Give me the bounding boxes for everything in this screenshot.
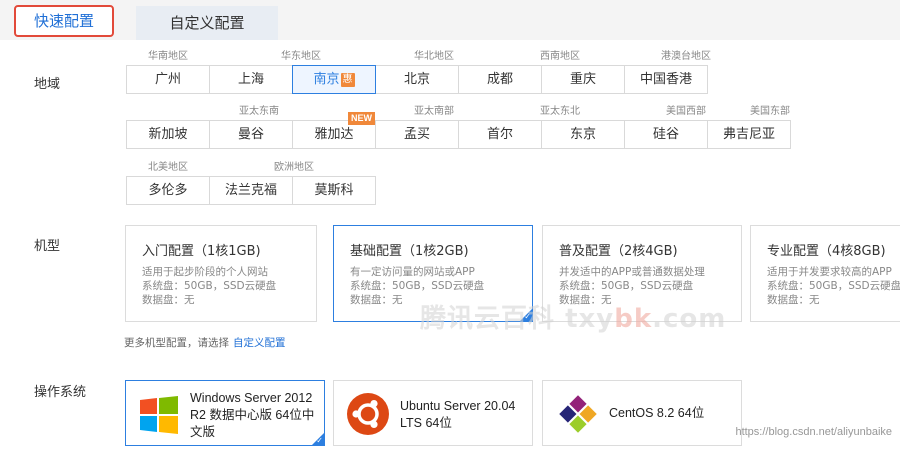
region-hongkong[interactable]: 中国香港 [624, 65, 708, 94]
spec-data-disk: 数据盘：无 [142, 294, 195, 306]
group-label-southwest: 西南地区 [540, 51, 580, 62]
spec-desc: 适用于起步阶段的个人网站 [142, 266, 268, 278]
os-name-line: Windows Server 2012 [190, 391, 313, 405]
region-chengdu[interactable]: 成都 [458, 65, 542, 94]
check-icon: ✓ [316, 436, 323, 445]
region-toronto[interactable]: 多伦多 [126, 176, 210, 205]
discount-badge: 惠 [340, 73, 355, 87]
os-name-line: LTS 64位 [400, 416, 452, 430]
group-label-us-west: 美国西部 [666, 106, 706, 117]
ubuntu-logo-icon [347, 393, 389, 435]
os-name-ubuntu: Ubuntu Server 20.04 LTS 64位 [400, 398, 515, 432]
region-frankfurt[interactable]: 法兰克福 [209, 176, 293, 205]
windows-logo-icon [140, 396, 178, 434]
tab-quick-config[interactable]: 快速配置 [14, 5, 114, 37]
region-nanjing-label: 南京 [313, 72, 340, 87]
group-label-europe: 欧洲地区 [274, 162, 314, 173]
group-label-north-china: 华北地区 [414, 51, 454, 62]
region-chongqing[interactable]: 重庆 [541, 65, 625, 94]
region-moscow[interactable]: 莫斯科 [292, 176, 376, 205]
watermark-a: txy [565, 304, 615, 334]
region-row-3: 多伦多 法兰克福 莫斯科 [126, 176, 376, 205]
config-tab-bar: 快速配置 自定义配置 [0, 0, 900, 40]
spec-system-disk: 系统盘：50GB，SSD云硬盘 [767, 280, 900, 292]
region-beijing[interactable]: 北京 [375, 65, 459, 94]
spec-desc: 有一定访问量的网站或APP [350, 266, 475, 278]
os-name-line: R2 数据中心版 64位中 [190, 408, 315, 422]
group-label-north-america: 北美地区 [148, 162, 188, 173]
os-card-ubuntu[interactable]: Ubuntu Server 20.04 LTS 64位 [333, 380, 533, 446]
watermark-b: bk [614, 304, 653, 334]
spec-system-disk: 系统盘：50GB，SSD云硬盘 [350, 280, 485, 292]
group-label-apac-south: 亚太南部 [414, 106, 454, 117]
region-row-1: 广州 上海 南京惠 北京 成都 重庆 中国香港 [126, 65, 708, 94]
watermark-cn: 腾讯云百科 [420, 304, 556, 334]
model-label: 机型 [34, 239, 61, 254]
spec-desc: 并发适中的APP或普通数据处理 [559, 266, 705, 278]
spec-title: 普及配置（2核4GB) [559, 244, 678, 259]
tab-custom-config[interactable]: 自定义配置 [136, 6, 278, 40]
new-badge: NEW [348, 112, 375, 125]
group-label-us-east: 美国东部 [750, 106, 790, 117]
centos-logo-icon [557, 393, 599, 435]
region-silicon-valley[interactable]: 硅谷 [624, 120, 708, 149]
custom-config-link[interactable]: 自定义配置 [233, 337, 286, 349]
spec-system-disk: 系统盘：50GB，SSD云硬盘 [142, 280, 277, 292]
os-card-centos[interactable]: CentOS 8.2 64位 [542, 380, 742, 446]
region-shanghai[interactable]: 上海 [209, 65, 293, 94]
os-card-windows[interactable]: Windows Server 2012 R2 数据中心版 64位中 文版 ✓ [125, 380, 325, 446]
region-nanjing[interactable]: 南京惠 [292, 65, 376, 94]
group-label-east-china: 华东地区 [281, 51, 321, 62]
region-virginia[interactable]: 弗吉尼亚 [707, 120, 791, 149]
spec-title: 入门配置（1核1GB) [142, 244, 261, 259]
region-tokyo[interactable]: 东京 [541, 120, 625, 149]
spec-desc: 适用于并发要求较高的APP [767, 266, 892, 278]
region-mumbai[interactable]: 孟买 [375, 120, 459, 149]
group-label-apac-northeast: 亚太东北 [540, 106, 580, 117]
region-jakarta-label: 雅加达 [314, 127, 354, 142]
os-name-line: Ubuntu Server 20.04 [400, 399, 516, 413]
region-guangzhou[interactable]: 广州 [126, 65, 210, 94]
region-row-2: 新加坡 曼谷 雅加达 NEW 孟买 首尔 东京 硅谷 弗吉尼亚 [126, 112, 791, 149]
region-jakarta[interactable]: 雅加达 NEW [292, 112, 376, 149]
group-label-south-china: 华南地区 [148, 51, 188, 62]
spec-title: 基础配置（1核2GB) [350, 244, 469, 259]
watermark-c: .com [652, 304, 727, 334]
watermark: 腾讯云百科 txybk.com [420, 298, 726, 335]
region-label: 地域 [34, 77, 61, 92]
os-name-line: 文版 [190, 425, 216, 439]
spec-data-disk: 数据盘：无 [767, 294, 820, 306]
os-name-centos: CentOS 8.2 64位 [609, 406, 705, 420]
more-models-hint: 更多机型配置，请选择 自定义配置 [124, 335, 286, 350]
region-bangkok[interactable]: 曼谷 [209, 120, 293, 149]
spec-card-entry[interactable]: 入门配置（1核1GB) 适用于起步阶段的个人网站 系统盘：50GB，SSD云硬盘… [125, 225, 317, 322]
os-label: 操作系统 [34, 385, 87, 400]
more-models-text: 更多机型配置，请选择 [124, 337, 229, 349]
spec-system-disk: 系统盘：50GB，SSD云硬盘 [559, 280, 694, 292]
region-singapore[interactable]: 新加坡 [126, 120, 210, 149]
region-seoul[interactable]: 首尔 [458, 120, 542, 149]
source-url-watermark: https://blog.csdn.net/aliyunbaike [735, 426, 892, 438]
spec-title: 专业配置（4核8GB) [767, 244, 886, 259]
group-label-hk-macau-tw: 港澳台地区 [661, 51, 711, 62]
spec-card-pro[interactable]: 专业配置（4核8GB) 适用于并发要求较高的APP 系统盘：50GB，SSD云硬… [750, 225, 900, 322]
os-name-windows: Windows Server 2012 R2 数据中心版 64位中 文版 [190, 390, 314, 441]
